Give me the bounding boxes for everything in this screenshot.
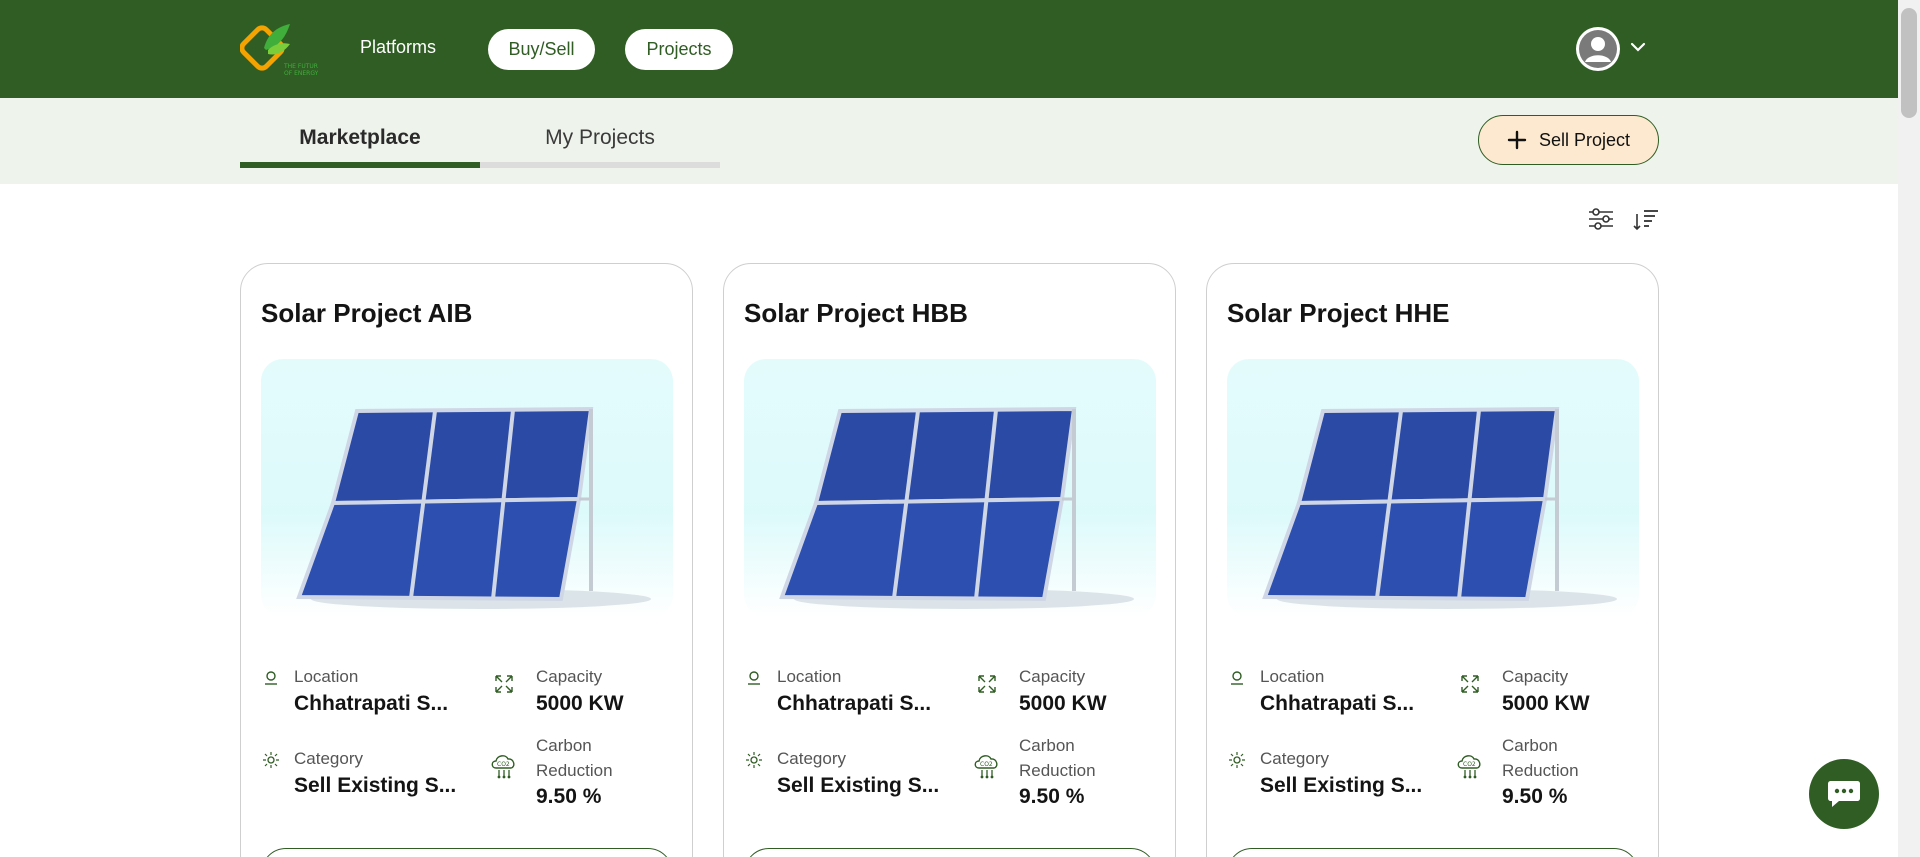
project-image bbox=[744, 359, 1156, 617]
tab-bar: Marketplace My Projects Sell Project bbox=[0, 98, 1898, 184]
carbon-label-line1: Carbon bbox=[536, 736, 592, 755]
carbon-label-line1: Carbon bbox=[1502, 736, 1558, 755]
tab-marketplace[interactable]: Marketplace bbox=[240, 126, 480, 150]
project-card[interactable]: Solar Project HHE Location Chhatrapati S… bbox=[1206, 263, 1659, 857]
tab-my-projects[interactable]: My Projects bbox=[480, 126, 720, 150]
capacity-value: 5000 KW bbox=[1502, 692, 1590, 715]
card-action-button[interactable] bbox=[261, 848, 673, 857]
category-value: Sell Existing S... bbox=[777, 774, 940, 797]
vertical-scrollbar[interactable] bbox=[1898, 0, 1920, 857]
tab-active-indicator bbox=[240, 162, 480, 168]
carbon-value: 9.50 % bbox=[536, 785, 602, 808]
carbon-value: 9.50 % bbox=[1019, 785, 1085, 808]
nav-projects-button[interactable]: Projects bbox=[625, 29, 733, 70]
capacity-expand-icon bbox=[495, 675, 513, 693]
capacity-label: Capacity bbox=[536, 667, 603, 686]
chat-button[interactable] bbox=[1809, 759, 1879, 829]
project-image bbox=[261, 359, 673, 617]
chat-icon bbox=[1828, 781, 1860, 807]
svg-text:OF ENERGY: OF ENERGY bbox=[284, 70, 318, 77]
category-label: Category bbox=[294, 749, 363, 768]
category-value: Sell Existing S... bbox=[294, 774, 457, 797]
carbon-label-line2: Reduction bbox=[536, 761, 613, 780]
location-label: Location bbox=[294, 667, 359, 686]
scrollbar-thumb[interactable] bbox=[1901, 8, 1917, 118]
location-pin-icon bbox=[265, 671, 277, 685]
project-title: Solar Project HHE bbox=[1227, 298, 1450, 328]
co2-cloud-icon: CO2 bbox=[974, 755, 998, 779]
capacity-label: Capacity bbox=[1502, 667, 1569, 686]
carbon-label-line2: Reduction bbox=[1502, 761, 1579, 780]
plus-icon bbox=[1507, 130, 1527, 150]
sell-project-button[interactable]: Sell Project bbox=[1478, 115, 1659, 165]
sort-icon[interactable] bbox=[1632, 208, 1660, 232]
project-title: Solar Project HBB bbox=[744, 298, 968, 328]
top-navbar: THE FUTURE OF ENERGY Platforms Buy/Sell … bbox=[0, 0, 1898, 98]
nav-buysell-button[interactable]: Buy/Sell bbox=[488, 29, 595, 70]
location-value: Chhatrapati S... bbox=[777, 692, 932, 715]
capacity-value: 5000 KW bbox=[1019, 692, 1107, 715]
category-label: Category bbox=[777, 749, 846, 768]
capacity-value: 5000 KW bbox=[536, 692, 624, 715]
location-label: Location bbox=[777, 667, 842, 686]
chevron-down-icon[interactable] bbox=[1628, 37, 1648, 57]
card-action-button[interactable] bbox=[1227, 848, 1639, 857]
svg-text:CO2: CO2 bbox=[980, 761, 993, 768]
svg-text:THE FUTURE: THE FUTURE bbox=[283, 63, 318, 70]
nav-platforms[interactable]: Platforms bbox=[360, 37, 436, 58]
user-avatar-icon[interactable] bbox=[1576, 27, 1620, 71]
location-pin-icon bbox=[1231, 671, 1243, 685]
capacity-label: Capacity bbox=[1019, 667, 1086, 686]
location-label: Location bbox=[1260, 667, 1325, 686]
location-value: Chhatrapati S... bbox=[1260, 692, 1415, 715]
location-value: Chhatrapati S... bbox=[294, 692, 449, 715]
svg-text:CO2: CO2 bbox=[497, 761, 510, 768]
sell-project-label: Sell Project bbox=[1538, 129, 1631, 150]
co2-cloud-icon: CO2 bbox=[1457, 755, 1481, 779]
category-label: Category bbox=[1260, 749, 1329, 768]
category-sun-icon bbox=[263, 752, 279, 768]
project-title: Solar Project AIB bbox=[261, 298, 473, 328]
card-action-button[interactable] bbox=[744, 848, 1156, 857]
location-pin-icon bbox=[748, 671, 760, 685]
capacity-expand-icon bbox=[1461, 675, 1479, 693]
capacity-expand-icon bbox=[978, 675, 996, 693]
carbon-label-line2: Reduction bbox=[1019, 761, 1096, 780]
logo[interactable]: THE FUTURE OF ENERGY bbox=[239, 18, 322, 80]
category-sun-icon bbox=[1229, 752, 1245, 768]
project-image bbox=[1227, 359, 1639, 617]
project-card[interactable]: Solar Project HBB Location Chhatrapati S… bbox=[723, 263, 1176, 857]
svg-text:CO2: CO2 bbox=[1463, 761, 1476, 768]
category-sun-icon bbox=[746, 752, 762, 768]
filter-icon[interactable] bbox=[1588, 208, 1614, 230]
co2-cloud-icon: CO2 bbox=[491, 755, 515, 779]
project-card[interactable]: Solar Project AIB Location Chhatrapati S… bbox=[240, 263, 693, 857]
carbon-label-line1: Carbon bbox=[1019, 736, 1075, 755]
carbon-value: 9.50 % bbox=[1502, 785, 1568, 808]
page: THE FUTURE OF ENERGY Platforms Buy/Sell … bbox=[0, 0, 1920, 857]
category-value: Sell Existing S... bbox=[1260, 774, 1423, 797]
